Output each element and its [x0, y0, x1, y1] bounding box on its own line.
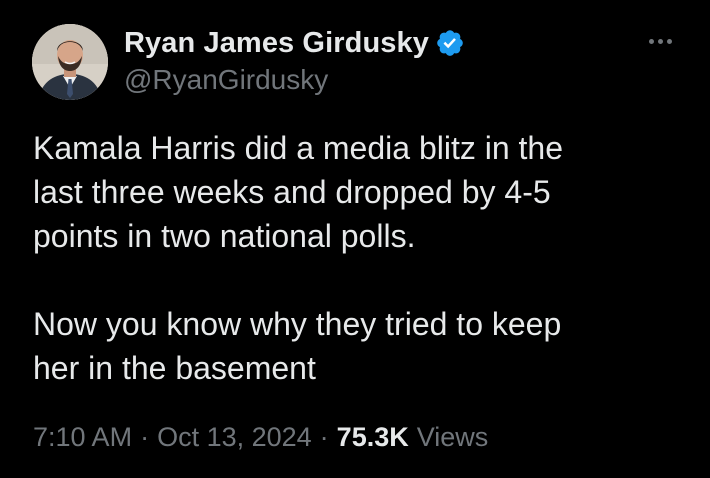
tweet-time[interactable]: 7:10 AM — [33, 422, 132, 453]
tweet-paragraph-2: Now you know why they tried to keep her … — [33, 302, 693, 390]
more-options-icon[interactable] — [640, 28, 680, 54]
tweet-line: points in two national polls. — [33, 218, 416, 254]
tweet-line: last three weeks and dropped by 4-5 — [33, 174, 551, 210]
tweet-text: Kamala Harris did a media blitz in the l… — [33, 126, 693, 390]
dot-icon — [648, 38, 654, 44]
tweet-line: Now you know why they tried to keep — [33, 306, 562, 342]
author-display-name[interactable]: Ryan James Girdusky — [124, 27, 429, 60]
verified-badge-icon — [435, 28, 465, 58]
author-name-row: Ryan James Girdusky — [124, 26, 465, 60]
tweet-metadata: 7:10 AM · Oct 13, 2024 · 75.3K Views — [33, 422, 488, 453]
tweet-date[interactable]: Oct 13, 2024 — [157, 422, 312, 453]
tweet-line: Kamala Harris did a media blitz in the — [33, 130, 564, 166]
avatar[interactable] — [32, 24, 108, 100]
tweet-line: her in the basement — [33, 350, 316, 386]
tweet-paragraph-1: Kamala Harris did a media blitz in the l… — [33, 126, 693, 258]
dot-icon — [657, 38, 663, 44]
dot-icon — [666, 38, 672, 44]
tweet-card: Ryan James Girdusky @RyanGirdusky Kamala… — [0, 0, 710, 478]
avatar-photo — [32, 24, 108, 100]
meta-separator: · — [140, 422, 150, 452]
views-count[interactable]: 75.3K — [337, 422, 409, 453]
meta-separator: · — [319, 422, 329, 452]
author-handle[interactable]: @RyanGirdusky — [124, 64, 328, 96]
views-label: Views — [416, 422, 489, 452]
